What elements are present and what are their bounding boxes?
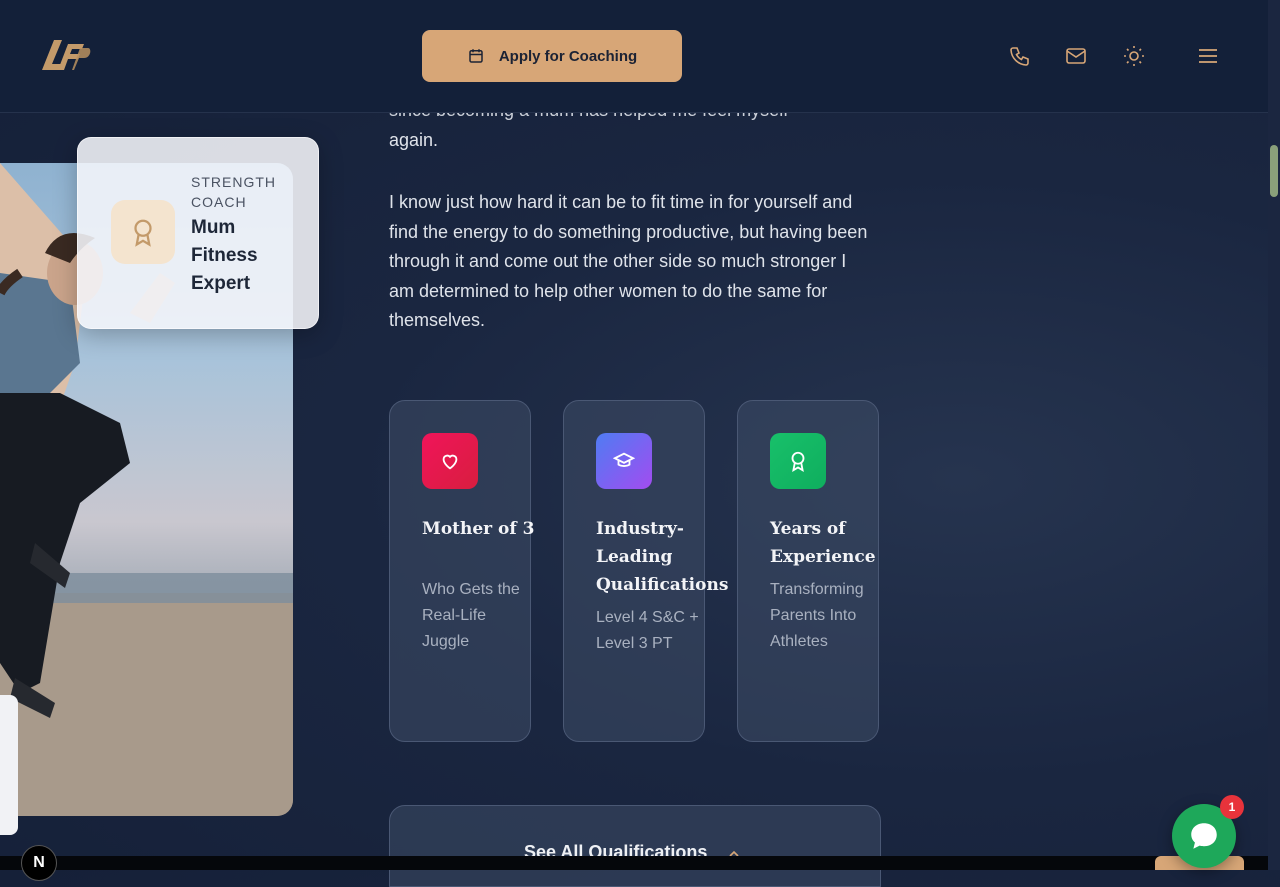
- chat-bubble-icon: [1191, 823, 1217, 849]
- bottom-bar: [0, 856, 1268, 870]
- stat-description: Level 4 S&C + Level 3 PT: [596, 609, 699, 652]
- stat-description: Who Gets the Real-Life Juggle: [422, 581, 520, 650]
- intro-paragraph: I know just how hard it can be to fit ti…: [389, 192, 868, 330]
- apply-for-coaching-button[interactable]: Apply for Coaching: [422, 30, 682, 82]
- chat-notification-badge: 1: [1220, 795, 1244, 819]
- lfp-logo[interactable]: [32, 32, 92, 76]
- qualifications-panel[interactable]: See All Qualifications: [389, 805, 881, 887]
- menu-icon[interactable]: [1196, 44, 1220, 68]
- coach-badge-card: STRENGTH COACH Mum Fitness Expert: [77, 137, 319, 329]
- stat-title: Industry-Leading Qualifications: [596, 519, 729, 595]
- intro-line-end: again.: [389, 129, 439, 150]
- sun-icon[interactable]: [1122, 44, 1146, 68]
- stat-card-experience: Years of Experience Transforming Parents…: [737, 400, 879, 742]
- heart-icon: [422, 433, 478, 489]
- stat-card-qualifications: Industry-Leading Qualifications Level 4 …: [563, 400, 728, 742]
- award-icon: [111, 200, 175, 264]
- stat-description: Transforming Parents Into Athletes: [770, 581, 864, 650]
- apply-button-label: Apply for Coaching: [498, 47, 638, 65]
- stat-card-mother: Mother of 3 Who Gets the Real-Life Juggl…: [389, 400, 534, 742]
- coach-title: Mum Fitness Expert: [191, 217, 258, 294]
- coach-subtitle: STRENGTH COACH: [191, 174, 276, 210]
- phone-icon[interactable]: [1008, 44, 1032, 68]
- award-icon: [770, 433, 826, 489]
- calendar-icon: [469, 49, 483, 63]
- side-tab[interactable]: [0, 695, 18, 835]
- scrollbar[interactable]: [1268, 0, 1280, 870]
- mail-icon[interactable]: [1064, 44, 1088, 68]
- stat-title: Years of Experience: [770, 519, 876, 567]
- stat-title: Mother of 3: [422, 519, 535, 539]
- dev-tools-badge[interactable]: N: [21, 845, 57, 881]
- site-header: Apply for Coaching: [0, 0, 1268, 113]
- scrollbar-thumb[interactable]: [1270, 145, 1278, 197]
- graduation-cap-icon: [596, 433, 652, 489]
